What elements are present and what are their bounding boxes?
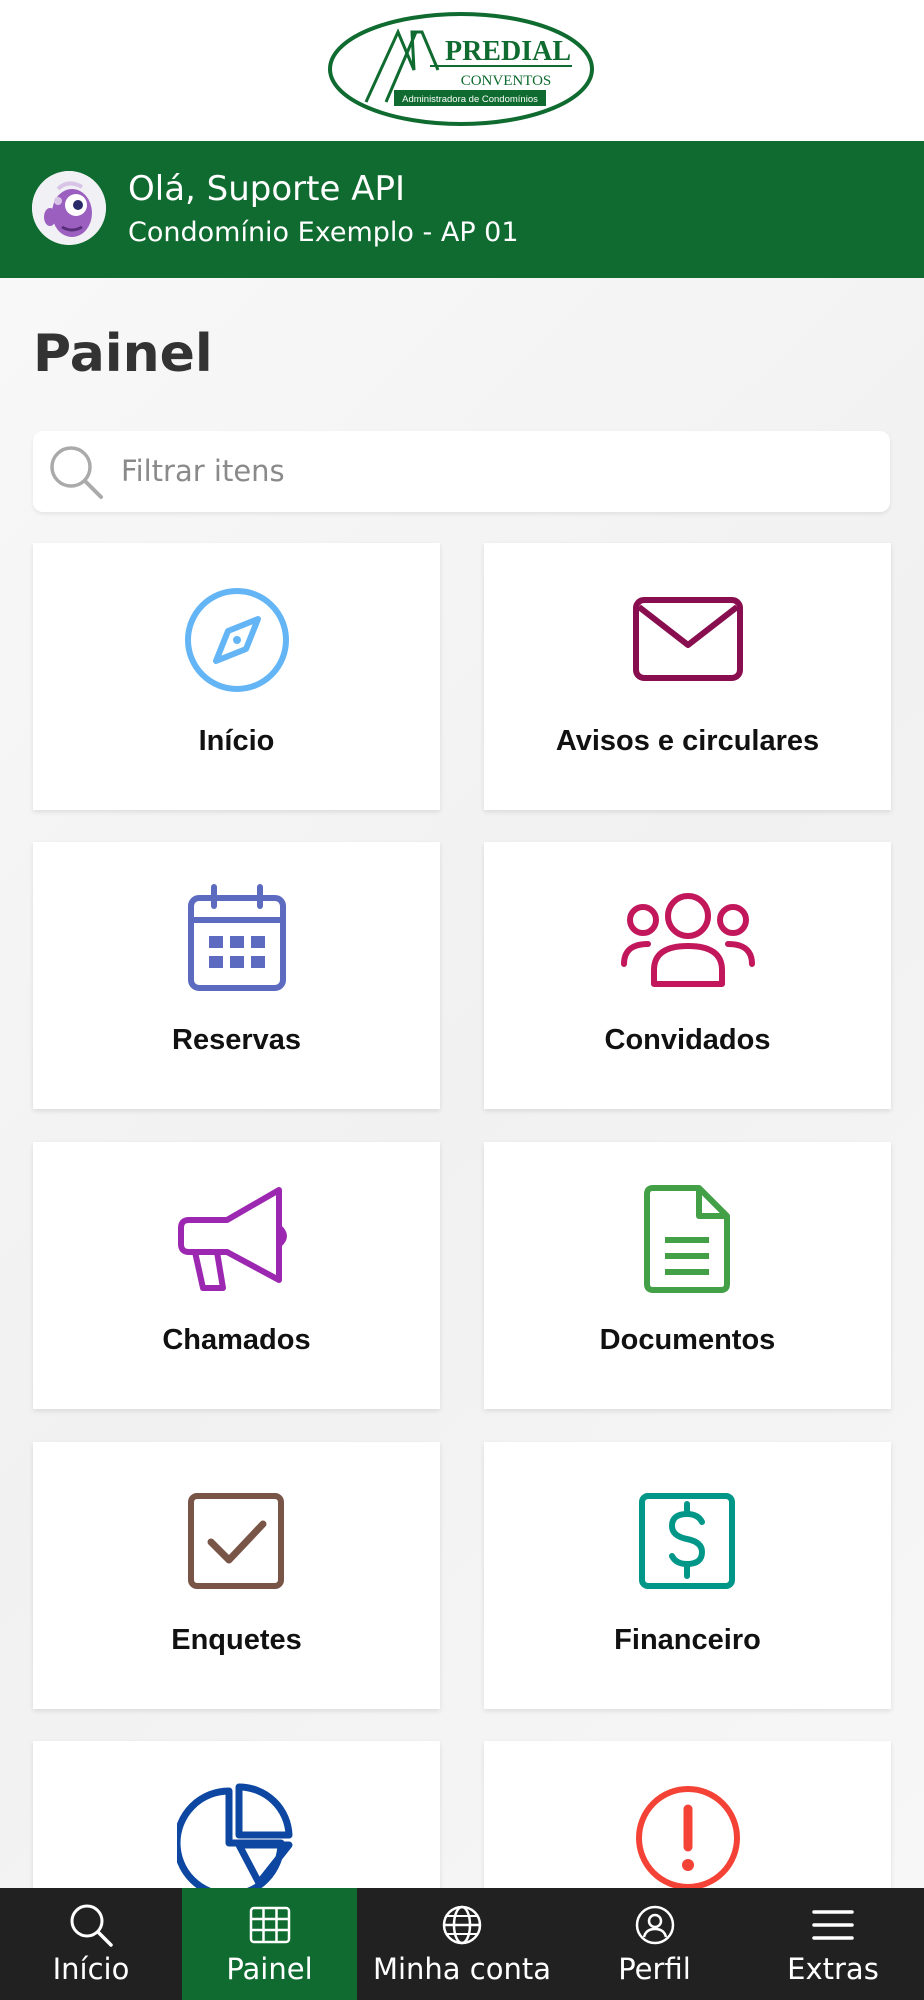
nav-label: Extras: [787, 1952, 879, 1986]
nav-item-perfil[interactable]: Perfil: [567, 1888, 742, 2000]
search-icon: [50, 446, 103, 499]
card-documentos[interactable]: Documentos: [484, 1142, 891, 1409]
card-label: Chamados: [162, 1324, 311, 1356]
nav-label: Painel: [226, 1952, 313, 1986]
card-label: Enquetes: [171, 1624, 302, 1656]
document-icon: [643, 1185, 730, 1293]
globe-icon: [442, 1905, 482, 1945]
card-chamados[interactable]: Chamados: [33, 1142, 440, 1409]
search-box[interactable]: [33, 431, 890, 512]
calendar-icon: [187, 884, 286, 991]
nav-label: Início: [52, 1952, 130, 1986]
alert-icon: [635, 1786, 740, 1888]
card-convidados[interactable]: Convidados: [484, 842, 891, 1109]
card-label: Financeiro: [614, 1624, 761, 1656]
page-title: Painel: [33, 324, 213, 384]
filter-input[interactable]: [121, 449, 861, 493]
users-icon: [620, 893, 755, 987]
megaphone-icon: [177, 1187, 287, 1291]
nav-item-inicio[interactable]: Início: [0, 1888, 182, 2000]
search-icon: [70, 1904, 113, 1947]
card-financeiro[interactable]: Financeiro: [484, 1442, 891, 1709]
card-avisos[interactable]: Avisos e circulares: [484, 543, 891, 810]
card-enquetes[interactable]: Enquetes: [33, 1442, 440, 1709]
card-graficos[interactable]: [33, 1741, 440, 1888]
card-label: Documentos: [599, 1324, 776, 1356]
svg-text:PREDIAL: PREDIAL: [445, 36, 571, 67]
card-label: Avisos e circulares: [555, 725, 820, 757]
card-label: Início: [198, 725, 275, 757]
pie-chart-icon: [176, 1783, 292, 1888]
bottom-nav: Início Painel Minha conta Perfil Extras: [0, 1888, 924, 2000]
nav-item-painel[interactable]: Painel: [182, 1888, 357, 2000]
envelope-icon: [632, 597, 743, 681]
card-inicio[interactable]: Início: [33, 543, 440, 810]
nav-label: Perfil: [618, 1952, 691, 1986]
svg-text:CONVENTOS: CONVENTOS: [461, 73, 552, 89]
card-ocorrencias[interactable]: [484, 1741, 891, 1888]
card-label: Convidados: [604, 1024, 771, 1056]
dollar-icon: [638, 1493, 735, 1589]
nav-item-extras[interactable]: Extras: [742, 1888, 924, 2000]
condo-unit-text[interactable]: Condomínio Exemplo - AP 01: [128, 217, 519, 248]
nav-label: Minha conta: [372, 1952, 552, 1986]
user-circle-icon: [635, 1905, 674, 1945]
predial-logo: PREDIAL CONVENTOS Administradora de Cond…: [328, 12, 594, 126]
card-reservas[interactable]: Reservas: [33, 842, 440, 1109]
monster-avatar-icon: [32, 171, 106, 245]
compass-icon: [184, 588, 289, 692]
card-label: Reservas: [172, 1024, 301, 1056]
svg-text:Administradora de Condomínios: Administradora de Condomínios: [402, 94, 538, 105]
avatar[interactable]: [32, 171, 106, 245]
user-header: Olá, Suporte API Condomínio Exemplo - AP…: [0, 141, 924, 278]
greeting-text: Olá, Suporte API: [128, 169, 405, 209]
menu-icon: [812, 1910, 854, 1940]
grid-icon: [249, 1906, 290, 1944]
logo-bar: PREDIAL CONVENTOS Administradora de Cond…: [0, 0, 924, 141]
checkbox-icon: [187, 1493, 284, 1589]
nav-item-minha-conta[interactable]: Minha conta: [357, 1888, 567, 2000]
dashboard-content: Painel Início Avisos e circulares: [0, 278, 924, 1888]
